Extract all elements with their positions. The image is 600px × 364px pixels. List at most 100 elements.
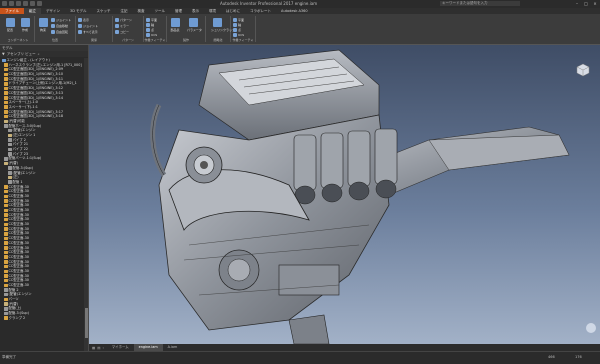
axis-button[interactable]: 軸 xyxy=(146,23,154,27)
show-all-button[interactable]: すべて表示 xyxy=(78,30,98,34)
plane-icon xyxy=(233,18,237,22)
joint-button[interactable]: ジョイント xyxy=(51,18,71,22)
redo-icon[interactable] xyxy=(37,1,42,6)
point-button[interactable]: 点 xyxy=(146,28,154,32)
free-rotate-button[interactable]: 自由回転 xyxy=(51,30,68,34)
group-productivity: 部品表 パラメータ 製作 xyxy=(167,16,206,42)
plane-button[interactable]: 平面 xyxy=(146,18,157,22)
group-label: コンポーネント xyxy=(7,38,29,42)
part-icon xyxy=(4,194,8,199)
undo-icon[interactable] xyxy=(30,1,35,6)
copy-button[interactable]: コピー xyxy=(115,30,129,34)
part-icon xyxy=(4,316,8,320)
constrain-button[interactable]: 拘束 xyxy=(37,18,49,32)
pipe-icon xyxy=(8,152,12,156)
search-icon[interactable]: ⌕ xyxy=(38,52,40,56)
group-label: 簡略化 xyxy=(213,38,223,42)
shrinkwrap-button[interactable]: シュリンクラップ xyxy=(211,18,235,32)
ucs-button-2[interactable]: UCS xyxy=(233,33,244,37)
copy-icon xyxy=(115,30,119,34)
pattern-button[interactable]: パターン xyxy=(115,18,132,22)
joint-icon xyxy=(51,18,55,22)
new-icon[interactable] xyxy=(9,1,14,6)
tile-icon[interactable]: ▦ xyxy=(92,346,95,350)
pipe-icon xyxy=(4,307,8,311)
axis-icon xyxy=(233,23,237,27)
point-button-2[interactable]: 点 xyxy=(233,28,241,32)
part-icon xyxy=(4,208,8,213)
part-icon xyxy=(4,274,8,278)
part-icon xyxy=(4,100,8,105)
part-icon xyxy=(4,264,8,269)
save-icon[interactable] xyxy=(23,1,28,6)
document-tabs: ▦ ▤ ‹ マイホーム engine.iam A.iam xyxy=(89,344,600,351)
filter-icon[interactable]: ▼ xyxy=(2,52,5,56)
group-work-features-2: 平面 軸 点 UCS 作業フィーチャ xyxy=(231,16,256,42)
browser-scrollbar[interactable] xyxy=(84,58,88,351)
open-icon[interactable] xyxy=(16,1,21,6)
group-label: パターン xyxy=(122,38,134,42)
part-icon xyxy=(4,255,8,259)
point-icon xyxy=(233,28,237,32)
part-icon xyxy=(8,175,12,180)
tab-navigation: ▦ ▤ ‹ xyxy=(89,346,107,350)
plane-button-2[interactable]: 平面 xyxy=(233,18,244,22)
close-button[interactable]: × xyxy=(592,1,598,6)
part-icon xyxy=(8,133,12,138)
app-menu-icon[interactable] xyxy=(2,1,7,6)
ucs-button[interactable]: UCS xyxy=(146,33,157,37)
status-text: 準備完了 xyxy=(2,355,16,359)
maximize-button[interactable]: □ xyxy=(583,1,589,6)
tab-a-iam[interactable]: A.iam xyxy=(163,344,183,351)
pipe-icon xyxy=(8,138,12,142)
part-icon xyxy=(4,222,8,227)
viewcube-icon[interactable] xyxy=(576,63,590,77)
occurrence-count: 466 xyxy=(548,355,555,359)
free-move-button[interactable]: 自由移動 xyxy=(51,24,68,28)
pipe-icon xyxy=(8,180,12,184)
shrinkwrap-icon xyxy=(212,18,222,27)
part-icon xyxy=(4,269,8,274)
group-work-features: 平面 軸 点 UCS 作業フィーチャ xyxy=(144,16,167,42)
tab-my-home[interactable]: マイホーム xyxy=(107,344,134,351)
pipe-icon xyxy=(8,166,12,170)
help-search-input[interactable]: キーワードまたは語句を入力 xyxy=(440,1,520,6)
part-icon xyxy=(4,297,8,302)
browser-view-label[interactable]: アセンブリ ビュー xyxy=(7,52,36,57)
create-button[interactable]: 作成 xyxy=(19,18,31,32)
part-icon xyxy=(4,86,8,91)
minimize-button[interactable]: – xyxy=(574,1,580,6)
status-bar: 準備完了 466 176 xyxy=(0,351,600,364)
pipe-icon xyxy=(8,147,12,152)
cascade-icon[interactable]: ▤ xyxy=(97,346,100,350)
parameters-button[interactable]: パラメータ xyxy=(187,18,202,32)
axis-button-2[interactable]: 軸 xyxy=(233,23,241,27)
model-browser: モデル ▼ アセンブリ ビュー ⌕ エンジン組立 - (レイアウト) ハーネスクラ… xyxy=(0,45,89,351)
engine-model[interactable] xyxy=(89,45,600,344)
relationship-joint-button[interactable]: ジョイント xyxy=(78,24,98,28)
part-icon xyxy=(4,91,8,95)
part-icon xyxy=(4,217,8,222)
rotate-icon xyxy=(51,30,55,34)
ucs-icon xyxy=(146,33,150,37)
pattern-icon xyxy=(115,18,119,22)
axis-icon xyxy=(146,23,150,27)
place-button[interactable]: 配置 xyxy=(4,18,16,32)
bom-button[interactable]: 部品表 xyxy=(169,18,181,32)
navigation-bar-icon[interactable] xyxy=(586,323,596,333)
window-title: Autodesk Inventor Professional 2017 engi… xyxy=(220,1,318,6)
scrollbar-thumb[interactable] xyxy=(84,308,88,338)
group-label: 製作 xyxy=(182,38,189,42)
browser-tree: エンジン組立 - (レイアウト) ハーネスクランプ(左)-エンジン用-1 [R71… xyxy=(0,58,84,351)
tab-engine-iam[interactable]: engine.iam xyxy=(133,344,163,351)
mirror-icon xyxy=(115,24,119,28)
part-icon xyxy=(4,185,8,189)
part-icon xyxy=(4,213,8,217)
chevron-left-icon[interactable]: ‹ xyxy=(102,346,103,350)
part-icon xyxy=(4,72,8,77)
graphics-window[interactable] xyxy=(89,45,600,344)
mirror-button[interactable]: ミラー xyxy=(115,24,129,28)
part-icon xyxy=(4,63,8,67)
show-button[interactable]: 表示 xyxy=(78,18,89,22)
browser-node[interactable]: クランプ 2 xyxy=(0,316,84,321)
